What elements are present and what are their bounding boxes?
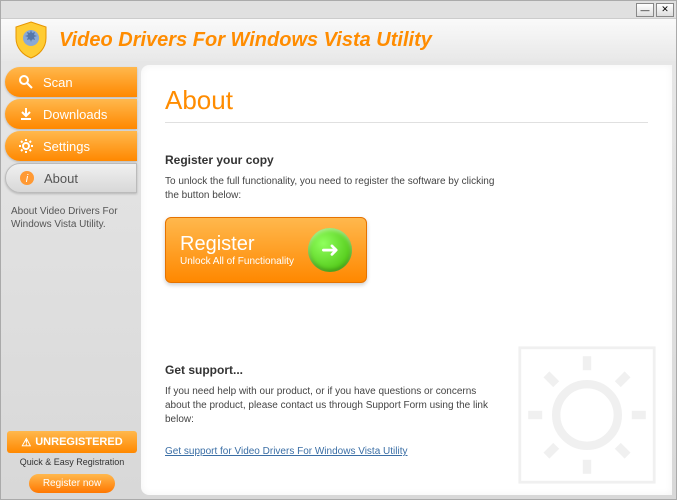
nav-label: Downloads [43, 107, 107, 122]
info-icon: i [18, 169, 36, 187]
register-button-text: Register Unlock All of Functionality [180, 233, 294, 267]
search-icon [17, 73, 35, 91]
body: Scan Downloads Settings i About Ab [1, 61, 676, 499]
app-title: Video Drivers For Windows Vista Utility [59, 29, 432, 52]
register-button[interactable]: Register Unlock All of Functionality ➜ [165, 217, 367, 283]
register-button-main: Register [180, 233, 294, 256]
sidebar-bottom: UNREGISTERED Quick & Easy Registration R… [7, 431, 137, 493]
header: Video Drivers For Windows Vista Utility [1, 19, 676, 61]
arrow-right-icon: ➜ [308, 228, 352, 272]
close-button[interactable]: ✕ [656, 3, 674, 17]
sidebar-description: About Video Drivers For Windows Vista Ut… [5, 195, 137, 241]
nav-label: About [44, 171, 78, 186]
register-section: Register your copy To unlock the full fu… [165, 153, 648, 283]
support-link[interactable]: Get support for Video Drivers For Window… [165, 446, 408, 457]
register-now-button[interactable]: Register now [29, 474, 115, 493]
shield-icon [11, 20, 51, 60]
support-text: If you need help with our product, or if… [165, 385, 495, 427]
register-button-sub: Unlock All of Functionality [180, 256, 294, 267]
titlebar: — ✕ [1, 1, 676, 19]
app-window: — ✕ Video Drivers For Windows Vista Util… [0, 0, 677, 500]
nav-label: Scan [43, 75, 73, 90]
background-gear-icon [512, 345, 662, 485]
quick-registration-text: Quick & Easy Registration [7, 457, 137, 467]
nav-about[interactable]: i About [5, 163, 137, 193]
nav-label: Settings [43, 139, 90, 154]
download-icon [17, 105, 35, 123]
page-title: About [165, 85, 648, 123]
nav-settings[interactable]: Settings [5, 131, 137, 161]
minimize-button[interactable]: — [636, 3, 654, 17]
unregistered-badge: UNREGISTERED [7, 431, 137, 453]
main-panel: About Register your copy To unlock the f… [141, 65, 672, 495]
nav-scan[interactable]: Scan [5, 67, 137, 97]
register-heading: Register your copy [165, 153, 648, 167]
sidebar: Scan Downloads Settings i About Ab [1, 61, 141, 499]
register-text: To unlock the full functionality, you ne… [165, 175, 495, 203]
gear-icon [17, 137, 35, 155]
nav-downloads[interactable]: Downloads [5, 99, 137, 129]
